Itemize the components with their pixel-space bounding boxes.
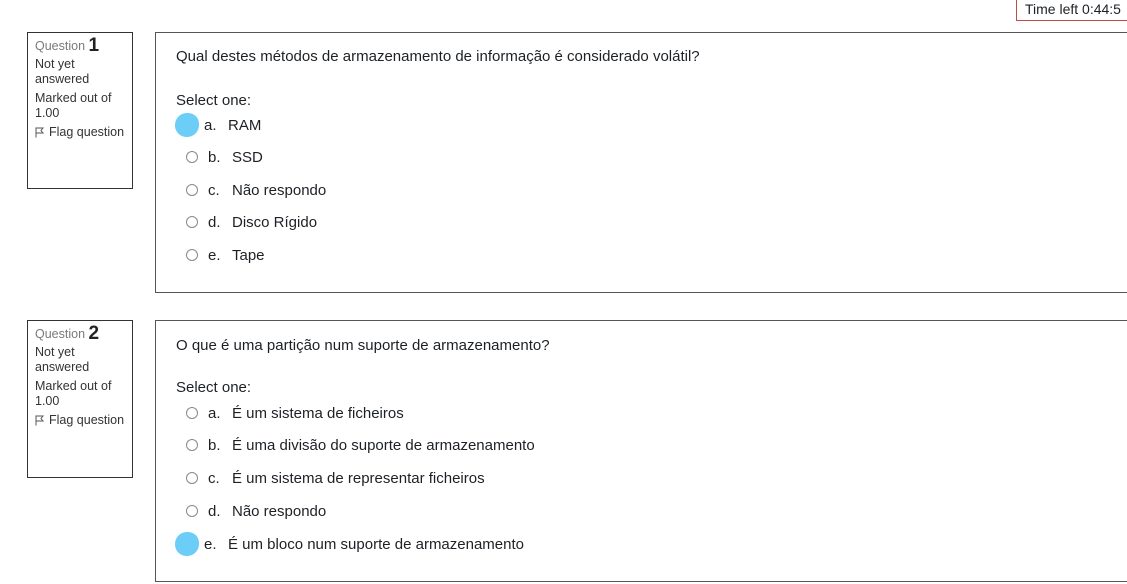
question-2-flag-button[interactable]: Flag question	[35, 413, 125, 428]
time-left-timer: Time left 0:44:5	[1016, 0, 1127, 21]
question-number: 1	[88, 35, 100, 56]
answer-letter: e.	[204, 535, 217, 553]
radio-button[interactable]	[186, 439, 198, 451]
answer-text: É um sistema de ficheiros	[232, 404, 404, 422]
question-2-answer-e[interactable]: e. É um bloco num suporte de armazenamen…	[175, 532, 776, 556]
answer-text: Tape	[232, 246, 265, 264]
answer-text: Disco Rígido	[232, 213, 318, 231]
radio-button[interactable]	[186, 216, 198, 228]
answer-text: RAM	[228, 116, 262, 134]
question-1-flag-button[interactable]: Flag question	[35, 125, 125, 140]
question-1-answer-a[interactable]: a. RAM	[175, 113, 776, 137]
answer-text: Não respondo	[232, 502, 327, 520]
radio-button[interactable]	[186, 472, 198, 484]
question-1-answer-d[interactable]: d. Disco Rígido	[176, 211, 776, 233]
question-2-state: Not yet answered	[35, 345, 90, 374]
answer-letter: d.	[208, 502, 221, 520]
question-1-text: Qual destes métodos de armazenamento de …	[176, 48, 700, 65]
radio-button[interactable]	[186, 249, 198, 261]
question-label: Question	[35, 39, 86, 53]
flag-icon	[35, 415, 45, 426]
question-2-heading: Question 2	[35, 323, 125, 344]
answer-letter: d.	[208, 213, 221, 231]
question-1-answer-e[interactable]: e. Tape	[176, 244, 776, 266]
flag-icon	[35, 127, 45, 138]
radio-selected-marker[interactable]	[175, 532, 199, 556]
answer-letter: e.	[208, 246, 221, 264]
question-1-heading: Question 1	[35, 35, 125, 56]
question-2-answer-a[interactable]: a. É um sistema de ficheiros	[176, 402, 776, 424]
flag-label: Flag question	[49, 125, 125, 139]
radio-button[interactable]	[186, 505, 198, 517]
answer-letter: a.	[204, 116, 217, 134]
question-2-answer-d[interactable]: d. Não respondo	[176, 500, 776, 522]
answer-letter: c.	[208, 469, 220, 487]
answer-letter: b.	[208, 148, 221, 166]
question-1-marked: Marked out of 1.00	[35, 91, 112, 120]
question-2-answer-b[interactable]: b. É uma divisão do suporte de armazenam…	[176, 434, 776, 456]
answer-letter: c.	[208, 181, 220, 199]
question-2-text: O que é uma partição num suporte de arma…	[176, 337, 550, 354]
question-label: Question	[35, 327, 86, 341]
question-1-answer-b[interactable]: b. SSD	[176, 146, 776, 168]
question-1-content: Qual destes métodos de armazenamento de …	[155, 32, 1127, 293]
answer-letter: a.	[208, 404, 221, 422]
answer-text: SSD	[232, 148, 263, 166]
question-2-select-one: Select one:	[176, 379, 252, 396]
answer-text: É uma divisão do suporte de armazenament…	[232, 436, 535, 454]
flag-label: Flag question	[49, 413, 125, 427]
question-2-content: O que é uma partição num suporte de arma…	[155, 320, 1127, 582]
answer-text: É um sistema de representar ficheiros	[232, 469, 485, 487]
question-2-answer-c[interactable]: c. É um sistema de representar ficheiros	[176, 467, 776, 489]
question-1-state: Not yet answered	[35, 57, 90, 86]
answer-letter: b.	[208, 436, 221, 454]
question-1-info-panel: Question 1 Not yet answered Marked out o…	[27, 32, 133, 189]
question-1-select-one: Select one:	[176, 92, 252, 109]
radio-button[interactable]	[186, 184, 198, 196]
radio-button[interactable]	[186, 407, 198, 419]
question-number: 2	[88, 323, 100, 344]
question-2-marked: Marked out of 1.00	[35, 379, 112, 408]
radio-selected-marker[interactable]	[175, 113, 199, 137]
answer-text: Não respondo	[232, 181, 327, 199]
answer-text: É um bloco num suporte de armazenamento	[228, 535, 524, 553]
radio-button[interactable]	[186, 151, 198, 163]
question-2-info-panel: Question 2 Not yet answered Marked out o…	[27, 320, 133, 478]
question-1-answer-c[interactable]: c. Não respondo	[176, 179, 776, 201]
